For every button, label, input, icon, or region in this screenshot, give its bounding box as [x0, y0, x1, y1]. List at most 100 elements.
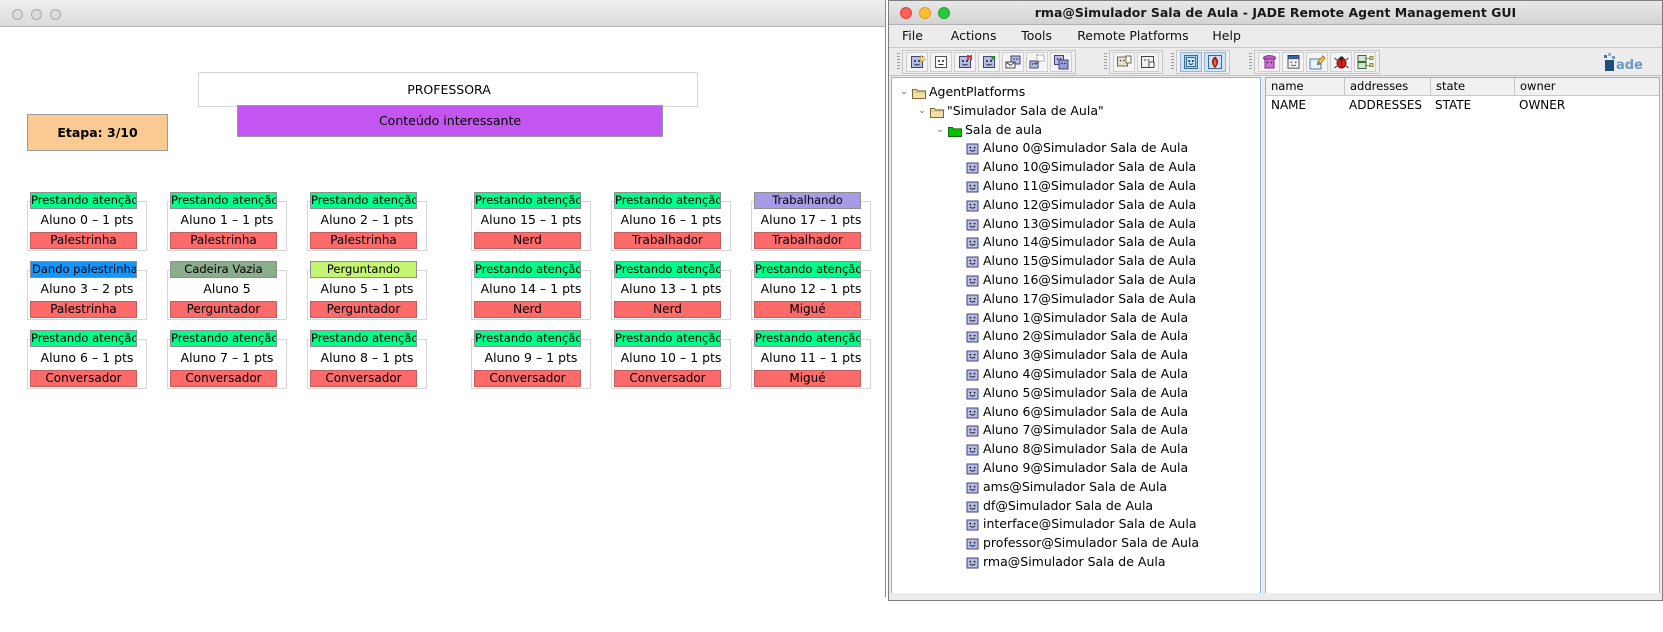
tree-item-agent[interactable]: Aluno 6@Simulador Sala de Aula — [892, 403, 1260, 422]
student-status-label: Prestando atenção — [310, 192, 417, 209]
student-status-label: Dando palestrinha — [30, 261, 137, 278]
student-card[interactable]: Prestando atenção Aluno 11 – 1 pts Migué — [751, 330, 878, 392]
student-persona-label: Trabalhador — [754, 232, 861, 249]
tree-item-agent[interactable]: Aluno 11@Simulador Sala de Aula — [892, 177, 1260, 196]
student-card[interactable]: Prestando atenção Aluno 16 – 1 pts Trabalh… — [611, 192, 738, 254]
toolbar-drag-handle[interactable] — [1171, 53, 1174, 71]
tree-item-agent[interactable]: Aluno 4@Simulador Sala de Aula — [892, 365, 1260, 384]
menu-remote-platforms[interactable]: Remote Platforms — [1072, 25, 1193, 47]
table-header-state[interactable]: state — [1430, 78, 1514, 95]
tree-item-agent[interactable]: Aluno 12@Simulador Sala de Aula — [892, 196, 1260, 215]
agent-table-pane[interactable]: name addresses state owner NAME ADDRESSES STA… — [1265, 77, 1660, 595]
menu-actions[interactable]: Actions — [946, 25, 1002, 47]
maximize-button[interactable] — [50, 9, 61, 20]
table-header-name[interactable]: name — [1266, 78, 1344, 95]
table-header-owner[interactable]: owner — [1514, 78, 1614, 95]
introspector-agent-icon[interactable] — [1330, 52, 1352, 72]
log-manager-icon[interactable] — [1306, 52, 1328, 72]
start-new-agent-icon[interactable] — [906, 52, 928, 72]
send-message-icon[interactable] — [1002, 52, 1024, 72]
student-card[interactable]: Prestando atenção Aluno 6 – 1 pts Conversa… — [27, 330, 154, 392]
tree-item-agent[interactable]: Aluno 14@Simulador Sala de Aula — [892, 233, 1260, 252]
folder-yellow-icon — [930, 105, 944, 118]
tree-item-agent[interactable]: Aluno 10@Simulador Sala de Aula — [892, 158, 1260, 177]
student-card[interactable]: Prestando atenção Aluno 7 – 1 pts Conversa… — [167, 330, 294, 392]
close-button[interactable] — [12, 9, 23, 20]
clone-agent-icon[interactable] — [1050, 52, 1072, 72]
tree-item-agent[interactable]: Aluno 5@Simulador Sala de Aula — [892, 384, 1260, 403]
student-card[interactable]: Prestando atenção Aluno 0 – 1 pts Palestri… — [27, 192, 154, 254]
student-card[interactable]: Dando palestrinha Aluno 3 – 2 pts Palestri… — [27, 261, 154, 323]
remove-platform-icon[interactable] — [1204, 52, 1226, 72]
tree-item-agent[interactable]: Aluno 8@Simulador Sala de Aula — [892, 440, 1260, 459]
student-card[interactable]: Prestando atenção Aluno 10 – 1 pts Convers… — [611, 330, 738, 392]
toolbar-drag-handle[interactable] — [897, 53, 900, 71]
tree-item-label: Aluno 14@Simulador Sala de Aula — [983, 234, 1197, 250]
tree-item-agent[interactable]: professor@Simulador Sala de Aula — [892, 534, 1260, 553]
tree-item-label: Aluno 4@Simulador Sala de Aula — [983, 365, 1189, 381]
student-card[interactable]: Prestando atenção Aluno 8 – 1 pts Conversa… — [307, 330, 434, 392]
tree-item-agent[interactable]: Aluno 0@Simulador Sala de Aula — [892, 139, 1260, 158]
agent-tree-pane[interactable]: ⌄ AgentPlatforms ⌄ "Simulador Sala de Aula"… — [891, 77, 1261, 595]
tree-item-agent[interactable]: ams@Simulador Sala de Aula — [892, 478, 1260, 497]
student-card[interactable]: Prestando atenção Aluno 13 – 1 pts Nerd — [611, 261, 738, 323]
agent-icon — [966, 462, 980, 475]
add-platform-icon[interactable] — [1180, 52, 1202, 72]
student-card[interactable]: Prestando atenção Aluno 2 – 1 pts Palestri… — [307, 192, 434, 254]
table-row[interactable]: NAME ADDRESSES STATE OWNER — [1266, 96, 1659, 114]
migrate-agent-icon[interactable] — [1026, 52, 1048, 72]
tree-item-agent[interactable]: Aluno 9@Simulador Sala de Aula — [892, 459, 1260, 478]
chevron-down-icon[interactable]: ⌄ — [916, 102, 928, 121]
tree-item-folder[interactable]: ⌄ AgentPlatforms — [892, 83, 1260, 102]
student-card[interactable]: Prestando atenção Aluno 14 – 1 pts Nerd — [471, 261, 598, 323]
toolbar-drag-handle[interactable] — [1104, 53, 1107, 71]
menu-tools[interactable]: Tools — [1016, 25, 1057, 47]
student-card[interactable]: Prestando atenção Aluno 15 – 1 pts Nerd — [471, 192, 598, 254]
jade-split-pane: ⌄ AgentPlatforms ⌄ "Simulador Sala de Aula"… — [891, 77, 1660, 595]
agent-icon — [966, 500, 980, 513]
menu-file[interactable]: File — [897, 25, 928, 47]
student-card[interactable]: Trabalhando Aluno 17 – 1 pts Trabalhador — [751, 192, 878, 254]
tree-item-agent[interactable]: Aluno 7@Simulador Sala de Aula — [892, 421, 1260, 440]
df-agent-icon[interactable] — [1354, 52, 1376, 72]
tree-item-label: Aluno 0@Simulador Sala de Aula — [983, 140, 1189, 156]
tree-item-agent[interactable]: df@Simulador Sala de Aula — [892, 497, 1260, 516]
menu-help[interactable]: Help — [1207, 25, 1246, 47]
tree-item-agent[interactable]: Aluno 1@Simulador Sala de Aula — [892, 309, 1260, 328]
chevron-down-icon[interactable]: ⌄ — [898, 83, 910, 102]
student-status-label: Prestando atenção — [170, 192, 277, 209]
tree-item-agent[interactable]: rma@Simulador Sala de Aula — [892, 553, 1260, 572]
student-card[interactable]: Perguntando Aluno 5 – 1 pts Perguntador — [307, 261, 434, 323]
suspend-agent-icon[interactable] — [954, 52, 976, 72]
tree-item-agent[interactable]: Aluno 3@Simulador Sala de Aula — [892, 346, 1260, 365]
toolbar-drag-handle[interactable] — [1249, 53, 1252, 71]
student-name-points: Aluno 9 – 1 pts — [484, 350, 578, 365]
resume-agent-icon[interactable] — [978, 52, 1000, 72]
sniffer-agent-icon[interactable] — [1258, 52, 1280, 72]
tree-item-label: interface@Simulador Sala de Aula — [983, 516, 1197, 532]
student-status-label: Prestando atenção — [474, 261, 581, 278]
student-card[interactable]: Prestando atenção Aluno 9 – 1 pts Conversa… — [471, 330, 598, 392]
kill-agent-icon[interactable] — [930, 52, 952, 72]
student-card[interactable]: Cadeira Vazia Aluno 5 Perguntador — [167, 261, 294, 323]
minimize-button[interactable] — [31, 9, 42, 20]
tree-item-label: Aluno 15@Simulador Sala de Aula — [983, 253, 1197, 269]
student-card[interactable]: Prestando atenção Aluno 12 – 1 pts Migué — [751, 261, 878, 323]
tree-item-agent[interactable]: interface@Simulador Sala de Aula — [892, 515, 1260, 534]
load-platform-icon[interactable] — [1113, 52, 1135, 72]
chevron-down-icon[interactable]: ⌄ — [934, 121, 946, 140]
agent-icon — [966, 537, 980, 550]
tree-item-label: Aluno 2@Simulador Sala de Aula — [983, 328, 1189, 344]
simulator-window: PROFESSORA Conteúdo interessante Etapa: … — [0, 0, 886, 597]
tree-item-agent[interactable]: Aluno 17@Simulador Sala de Aula — [892, 290, 1260, 309]
tree-item-agent[interactable]: Aluno 13@Simulador Sala de Aula — [892, 215, 1260, 234]
table-header-addresses[interactable]: addresses — [1344, 78, 1430, 95]
tree-item-folder[interactable]: ⌄ "Simulador Sala de Aula" — [892, 102, 1260, 121]
save-platform-icon[interactable] — [1137, 52, 1159, 72]
dummy-agent-icon[interactable] — [1282, 52, 1304, 72]
student-card[interactable]: Prestando atenção Aluno 1 – 1 pts Palestri… — [167, 192, 294, 254]
tree-item-agent[interactable]: Aluno 15@Simulador Sala de Aula — [892, 252, 1260, 271]
tree-item-agent[interactable]: Aluno 2@Simulador Sala de Aula — [892, 327, 1260, 346]
tree-item-agent[interactable]: Aluno 16@Simulador Sala de Aula — [892, 271, 1260, 290]
tree-item-folder[interactable]: ⌄ Sala de aula — [892, 121, 1260, 140]
